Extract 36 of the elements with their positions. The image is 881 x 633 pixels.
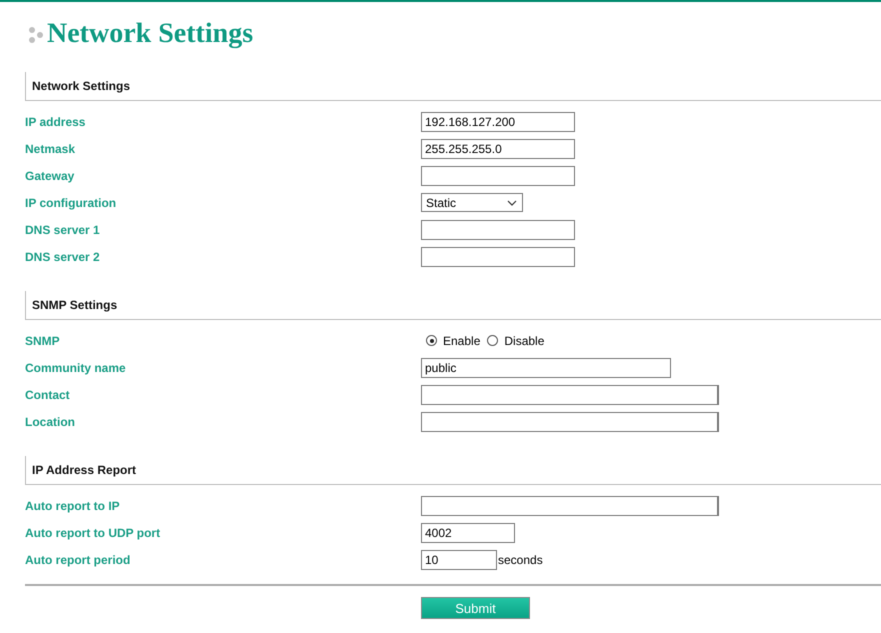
field-label: Location [25, 414, 76, 428]
input-field[interactable] [421, 496, 719, 516]
page-title: Network Settings [47, 18, 254, 50]
field-label: Contact [25, 388, 71, 402]
input-field[interactable]: public [421, 358, 671, 378]
field-label: Gateway [25, 168, 76, 182]
chevron-down-icon [507, 200, 517, 206]
section-title: SNMP Settings [32, 298, 118, 312]
input-field[interactable]: 10 [421, 550, 497, 570]
input-field[interactable] [421, 412, 719, 432]
field-label: Auto report to UDP port [25, 526, 162, 540]
section-title: Network Settings [32, 79, 130, 93]
field-label: IP configuration [25, 196, 118, 210]
radio-label: Disable [504, 334, 544, 348]
input-field[interactable] [421, 246, 575, 266]
dots-icon [28, 27, 44, 43]
input-field[interactable] [421, 166, 575, 186]
field-label: Netmask [25, 142, 76, 156]
radio-label: Enable [443, 334, 480, 348]
section-title: IP Address Report [32, 463, 136, 477]
input-field[interactable]: 192.168.127.200 [421, 112, 575, 132]
field-label: IP address [25, 114, 86, 128]
select-dropdown[interactable]: Static [421, 193, 523, 212]
field-label: Auto report period [25, 552, 132, 566]
field-label: SNMP [25, 334, 61, 348]
field-label: DNS server 2 [25, 250, 101, 264]
unit-label: seconds [498, 552, 543, 566]
field-label: Community name [25, 360, 127, 374]
input-field[interactable]: 255.255.255.0 [421, 138, 575, 158]
field-label: Auto report to IP [25, 498, 121, 512]
radio-button[interactable] [426, 335, 437, 346]
field-label: DNS server 1 [25, 222, 101, 236]
input-field[interactable] [421, 220, 575, 240]
input-field[interactable] [421, 384, 719, 404]
radio-button[interactable] [487, 335, 498, 346]
input-field[interactable]: 4002 [421, 522, 515, 542]
